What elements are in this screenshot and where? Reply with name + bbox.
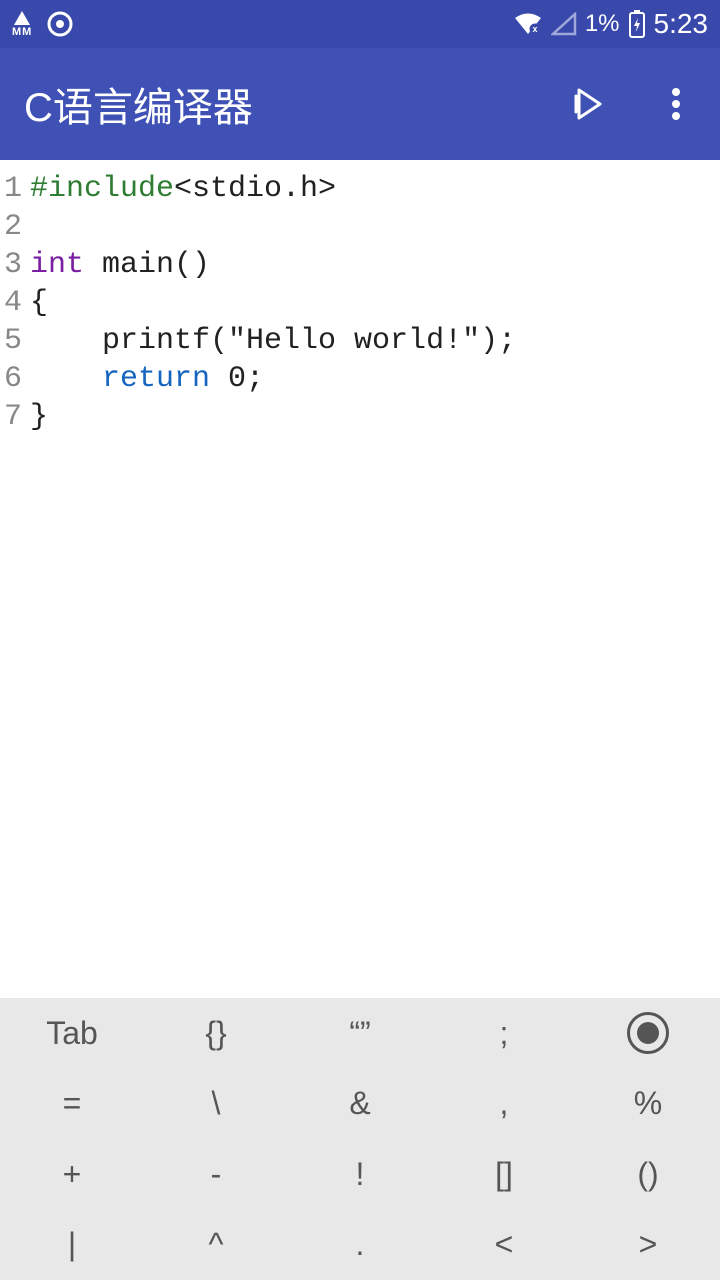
code-line[interactable]: 2 [0, 208, 720, 246]
code-line[interactable]: 7} [0, 398, 720, 436]
code-line[interactable]: 6 return 0; [0, 360, 720, 398]
symbol-keyboard: Tab{}“”;=\&,%+-![]()|^.<> [0, 998, 720, 1280]
key-sym[interactable]: = [0, 1069, 144, 1140]
mm-icon: MM [12, 11, 32, 38]
status-right: x 1% 5:23 [513, 8, 708, 40]
code-line[interactable]: 5 printf("Hello world!"); [0, 322, 720, 360]
signal-icon [551, 12, 577, 36]
app-bar: C语言编译器 [0, 48, 720, 160]
line-number: 3 [0, 246, 30, 284]
app-title: C语言编译器 [24, 75, 253, 133]
code-content[interactable]: printf("Hello world!"); [30, 322, 516, 360]
battery-pct: 1% [585, 10, 620, 38]
key-sym[interactable]: ; [432, 998, 576, 1069]
line-number: 6 [0, 360, 30, 398]
code-content[interactable]: int main() [30, 246, 210, 284]
battery-icon [628, 10, 646, 38]
code-line[interactable]: 1#include<stdio.h> [0, 170, 720, 208]
keyboard-row: |^.<> [0, 1210, 720, 1280]
key-sym[interactable]: % [576, 1069, 720, 1140]
line-number: 7 [0, 398, 30, 436]
status-left: MM [12, 10, 74, 38]
key-sym[interactable]: ! [288, 1139, 432, 1210]
key-sym[interactable]: . [288, 1210, 432, 1280]
key-symsym[interactable]: {} [144, 998, 288, 1069]
key-sym[interactable]: & [288, 1069, 432, 1140]
code-editor[interactable]: 1#include<stdio.h>23int main()4{5 printf… [0, 160, 720, 998]
key-sym[interactable]: ^ [144, 1210, 288, 1280]
key-sym[interactable]: > [576, 1210, 720, 1280]
key-sym[interactable]: - [144, 1139, 288, 1210]
keyboard-row: Tab{}“”; [0, 998, 720, 1069]
app-actions [568, 84, 696, 124]
keyboard-row: +-![]() [0, 1139, 720, 1210]
key-symsym[interactable]: () [576, 1139, 720, 1210]
key-sym[interactable]: + [0, 1139, 144, 1210]
clock-text: 5:23 [654, 8, 709, 40]
run-button[interactable] [568, 84, 608, 124]
line-number: 2 [0, 208, 30, 246]
more-menu-button[interactable] [656, 84, 696, 124]
keyboard-row: =\&,% [0, 1069, 720, 1140]
key-sym[interactable]: < [432, 1210, 576, 1280]
record-icon [46, 10, 74, 38]
key-symsym[interactable]: [] [432, 1139, 576, 1210]
wifi-icon: x [513, 12, 543, 36]
code-content[interactable]: } [30, 398, 48, 436]
line-number: 1 [0, 170, 30, 208]
line-number: 4 [0, 284, 30, 322]
key-sym[interactable]: \ [144, 1069, 288, 1140]
key-sym[interactable]: , [432, 1069, 576, 1140]
code-line[interactable]: 4{ [0, 284, 720, 322]
key-cursor[interactable] [576, 998, 720, 1069]
key-Tab[interactable]: Tab [0, 998, 144, 1069]
code-content[interactable]: #include<stdio.h> [30, 170, 336, 208]
code-line[interactable]: 3int main() [0, 246, 720, 284]
svg-text:x: x [532, 24, 537, 34]
code-content[interactable]: return 0; [30, 360, 264, 398]
line-number: 5 [0, 322, 30, 360]
key-symsym[interactable]: “” [288, 998, 432, 1069]
status-bar: MM x 1% 5:23 [0, 0, 720, 48]
key-sym[interactable]: | [0, 1210, 144, 1280]
code-content[interactable]: { [30, 284, 48, 322]
